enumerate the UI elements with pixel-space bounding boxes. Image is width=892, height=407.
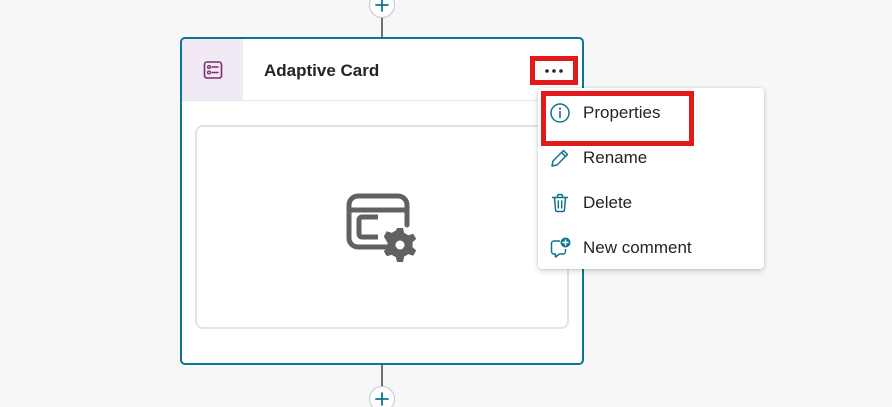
menu-item-new-comment[interactable]: New comment bbox=[538, 225, 764, 270]
card-header: Adaptive Card bbox=[182, 39, 582, 101]
card-preview-area bbox=[195, 125, 569, 329]
menu-item-rename[interactable]: Rename bbox=[538, 135, 764, 180]
menu-item-label: New comment bbox=[583, 237, 692, 257]
form-card-icon bbox=[203, 60, 222, 79]
menu-item-label: Properties bbox=[583, 102, 661, 122]
more-options-button[interactable] bbox=[530, 56, 578, 85]
more-horizontal-icon bbox=[545, 68, 563, 73]
menu-item-label: Rename bbox=[583, 147, 648, 167]
add-node-button-top[interactable] bbox=[369, 0, 395, 18]
comment-add-icon bbox=[548, 236, 572, 260]
plus-icon bbox=[375, 0, 389, 12]
adaptive-card-node[interactable]: Adaptive Card bbox=[180, 37, 584, 365]
trash-icon bbox=[548, 191, 572, 215]
info-icon bbox=[548, 101, 572, 125]
card-title: Adaptive Card bbox=[264, 61, 380, 80]
menu-item-label: Delete bbox=[583, 192, 633, 212]
plus-icon bbox=[375, 392, 389, 406]
menu-item-properties[interactable]: Properties bbox=[538, 90, 764, 146]
node-context-menu: Properties Rename Delete New comment bbox=[538, 88, 764, 269]
menu-item-delete[interactable]: Delete bbox=[538, 180, 764, 225]
pencil-icon bbox=[548, 146, 572, 170]
window-settings-icon bbox=[346, 193, 417, 262]
add-node-button-bottom[interactable] bbox=[369, 386, 395, 407]
card-type-icon-box bbox=[182, 39, 243, 100]
